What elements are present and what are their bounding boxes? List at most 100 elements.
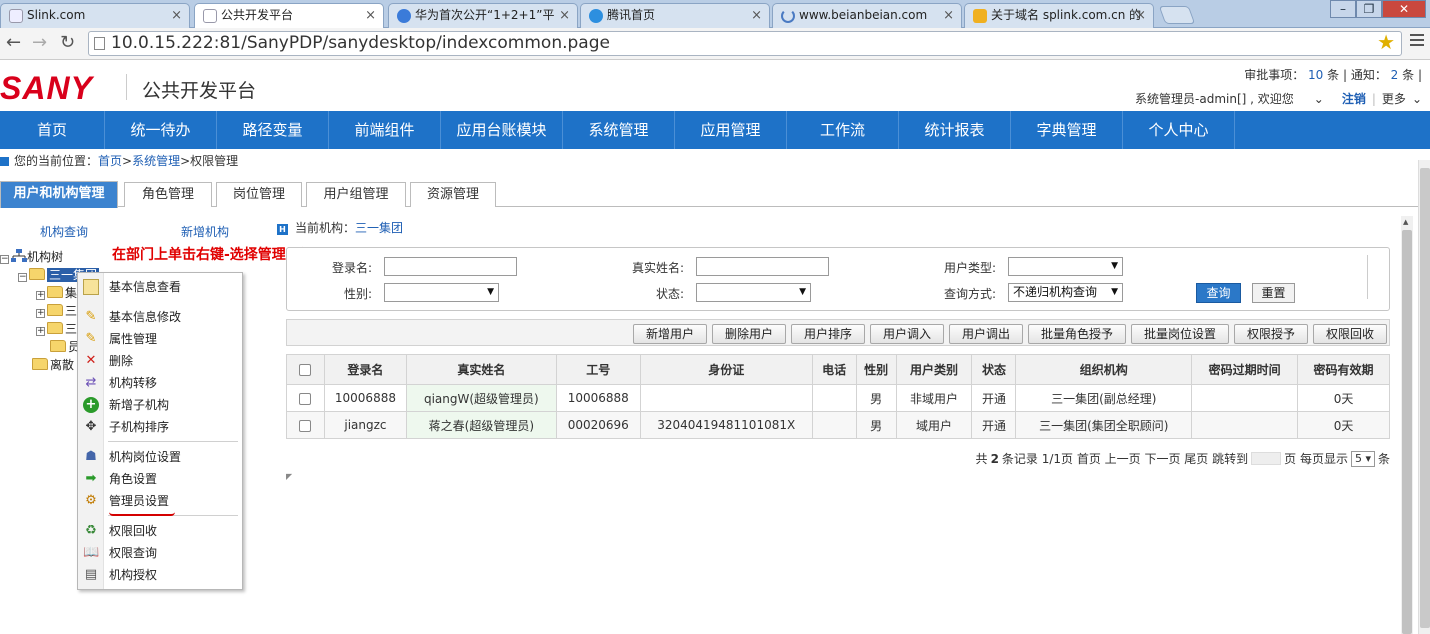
collapse-icon[interactable]: − xyxy=(18,273,27,282)
tree-node-leave[interactable]: 离散 xyxy=(32,356,74,374)
transfer-in-button[interactable]: 用户调入 xyxy=(870,324,944,344)
tree-node-child[interactable]: + 集 xyxy=(36,284,77,302)
row-checkbox[interactable] xyxy=(299,392,312,405)
tab-roles[interactable]: 角色管理 xyxy=(124,182,212,207)
minimize-icon[interactable]: – xyxy=(1330,0,1356,18)
menu-item-sort-children[interactable]: ✥ 子机构排序 xyxy=(78,416,242,438)
approvals-count[interactable]: 10 xyxy=(1308,68,1323,82)
query-button[interactable]: 查询 xyxy=(1196,283,1241,303)
expand-icon[interactable]: + xyxy=(36,327,45,336)
browser-tab-huawei[interactable]: 华为首次公开“1+2+1”平 × xyxy=(388,3,578,28)
menu-item-authorize[interactable]: ▤ 机构授权 xyxy=(78,564,242,586)
menu-item-system[interactable]: 系统管理 xyxy=(563,111,675,149)
scroll-up-icon[interactable]: ▲ xyxy=(1403,218,1408,226)
breadcrumb-home[interactable]: 首页 xyxy=(98,154,122,168)
column-header[interactable]: 用户类别 xyxy=(895,354,973,385)
tree-node-child[interactable]: + 三 xyxy=(36,302,77,320)
revoke-permission-button[interactable]: 权限回收 xyxy=(1313,324,1387,344)
forward-icon[interactable]: → xyxy=(32,32,47,54)
menu-item-personal[interactable]: 个人中心 xyxy=(1123,111,1235,149)
reload-icon[interactable]: ↻ xyxy=(60,32,75,54)
close-window-icon[interactable]: ✕ xyxy=(1382,0,1426,18)
scroll-thumb[interactable] xyxy=(1402,230,1412,634)
browser-tab-tencent[interactable]: 腾讯首页 × xyxy=(580,3,770,28)
tab-user-groups[interactable]: 用户组管理 xyxy=(306,182,406,207)
back-icon[interactable]: ← xyxy=(6,32,21,54)
browser-tab-beian[interactable]: www.beianbeian.com × xyxy=(772,3,962,28)
content-scrollbar[interactable]: ▲ xyxy=(1401,216,1413,634)
add-user-button[interactable]: 新增用户 xyxy=(633,324,707,344)
new-tab-button[interactable] xyxy=(1158,6,1196,24)
column-header[interactable]: 登录名 xyxy=(323,354,407,385)
browser-menu-icon[interactable] xyxy=(1410,34,1424,49)
batch-role-button[interactable]: 批量角色授予 xyxy=(1028,324,1126,344)
row-checkbox[interactable] xyxy=(299,419,312,432)
tree-node-child[interactable]: 员 xyxy=(50,338,80,356)
sort-users-button[interactable]: 用户排序 xyxy=(791,324,865,344)
tree-node-child[interactable]: + 三 xyxy=(36,320,77,338)
breadcrumb-system[interactable]: 系统管理 xyxy=(132,154,180,168)
browser-tab-slink[interactable]: Slink.com × xyxy=(0,3,190,28)
menu-item-role-setup[interactable]: ➡ 角色设置 xyxy=(78,468,242,490)
menu-item-todo[interactable]: 统一待办 xyxy=(105,111,217,149)
address-bar[interactable]: 10.0.15.222:81/SanyPDP/sanydesktop/index… xyxy=(88,31,1402,56)
menu-item-app-ledger[interactable]: 应用台账模块 xyxy=(441,111,563,149)
menu-item-reports[interactable]: 统计报表 xyxy=(899,111,1011,149)
scroll-thumb[interactable] xyxy=(1420,168,1430,628)
page-size-select[interactable]: 5 ▾ xyxy=(1350,450,1375,467)
menu-item-app-mgmt[interactable]: 应用管理 xyxy=(675,111,787,149)
chevron-down-icon[interactable]: ⌄ xyxy=(1314,92,1324,106)
current-org-value[interactable]: 三一集团 xyxy=(355,221,403,235)
tab-new-org[interactable]: 新增机构 xyxy=(181,223,229,240)
close-tab-icon[interactable]: × xyxy=(751,4,762,27)
column-header[interactable]: 性别 xyxy=(855,354,897,385)
grant-permission-button[interactable]: 权限授予 xyxy=(1234,324,1308,344)
menu-item-workflow[interactable]: 工作流 xyxy=(787,111,899,149)
bookmark-star-icon[interactable]: ★ xyxy=(1377,31,1395,54)
gender-select[interactable]: ▼ xyxy=(384,283,499,302)
close-tab-icon[interactable]: × xyxy=(365,4,376,27)
expand-icon[interactable]: + xyxy=(36,309,45,318)
transfer-out-button[interactable]: 用户调出 xyxy=(949,324,1023,344)
page-scrollbar[interactable] xyxy=(1418,160,1430,634)
menu-item-view-info[interactable]: 基本信息查看 xyxy=(78,276,242,298)
menu-item-dictionary[interactable]: 字典管理 xyxy=(1011,111,1123,149)
reset-button[interactable]: 重置 xyxy=(1252,283,1295,303)
column-header[interactable]: 密码有效期 xyxy=(1297,354,1390,385)
table-row[interactable]: 10006888 qiangW(超级管理员) 10006888 男 非域用户 开… xyxy=(286,384,1390,412)
column-header[interactable]: 密码过期时间 xyxy=(1191,354,1299,385)
column-header[interactable]: 身份证 xyxy=(639,354,813,385)
menu-item-admin-setup[interactable]: ⚙ 管理员设置 xyxy=(78,490,242,512)
logout-link[interactable]: 注销 xyxy=(1342,90,1366,107)
menu-item-delete[interactable]: ✕ 删除 xyxy=(78,350,242,372)
more-menu[interactable]: 更多 xyxy=(1382,90,1406,107)
status-select[interactable]: ▼ xyxy=(696,283,811,302)
realname-input[interactable] xyxy=(696,257,829,276)
pager-nav-text[interactable]: 条记录 1/1页 首页 上一页 下一页 尾页 跳转到 xyxy=(1002,450,1248,467)
menu-item-revoke[interactable]: ♻ 权限回收 xyxy=(78,520,242,542)
browser-tab-platform[interactable]: 公共开发平台 × xyxy=(194,3,384,29)
delete-user-button[interactable]: 删除用户 xyxy=(712,324,786,344)
menu-item-path-vars[interactable]: 路径变量 xyxy=(217,111,329,149)
menu-item-add-child[interactable]: + 新增子机构 xyxy=(78,394,242,416)
notices-count[interactable]: 2 xyxy=(1391,68,1399,82)
menu-item-query-perm[interactable]: 📖 权限查询 xyxy=(78,542,242,564)
chevron-down-icon[interactable]: ⌄ xyxy=(1412,92,1422,106)
column-header[interactable]: 工号 xyxy=(555,354,641,385)
querymode-select[interactable]: 不递归机构查询 ▼ xyxy=(1008,283,1123,302)
menu-item-frontend[interactable]: 前端组件 xyxy=(329,111,441,149)
tab-resources[interactable]: 资源管理 xyxy=(410,182,496,207)
select-all-checkbox[interactable] xyxy=(299,364,312,376)
close-tab-icon[interactable]: × xyxy=(1135,4,1146,27)
table-row[interactable]: jiangzc 蒋之春(超级管理员) 00020696 320404194811… xyxy=(286,411,1390,439)
menu-item-edit-info[interactable]: ✎ 基本信息修改 xyxy=(78,306,242,328)
collapse-icon[interactable]: − xyxy=(0,255,9,264)
column-header[interactable]: 真实姓名 xyxy=(405,354,557,385)
page-jump-input[interactable] xyxy=(1251,452,1282,465)
column-header[interactable]: 状态 xyxy=(971,354,1017,385)
close-tab-icon[interactable]: × xyxy=(559,4,570,27)
column-header[interactable]: 电话 xyxy=(811,354,857,385)
menu-item-transfer[interactable]: ⇄ 机构转移 xyxy=(78,372,242,394)
expand-icon[interactable]: + xyxy=(36,291,45,300)
batch-position-button[interactable]: 批量岗位设置 xyxy=(1131,324,1229,344)
